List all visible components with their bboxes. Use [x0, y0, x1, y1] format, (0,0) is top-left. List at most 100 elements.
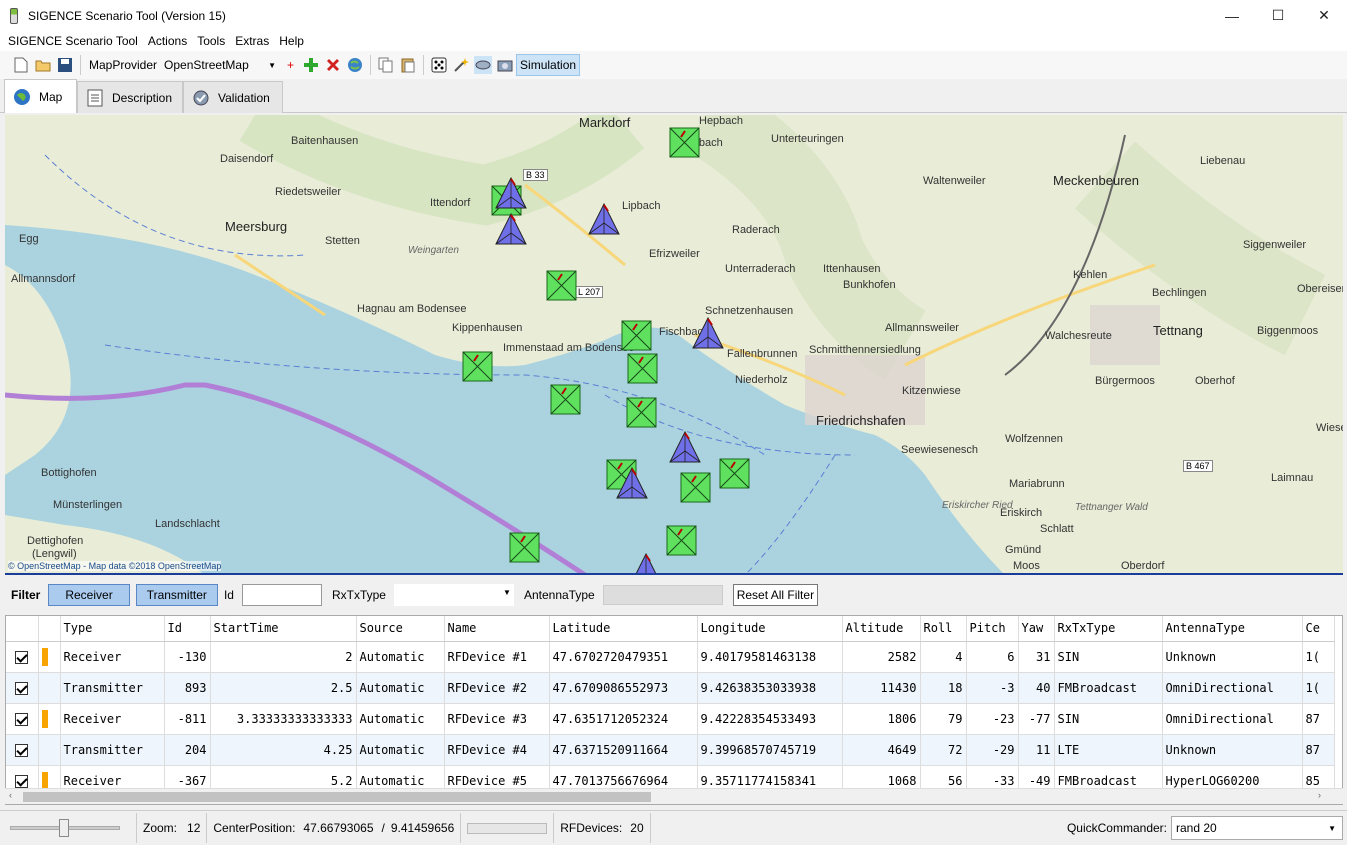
transmitter-marker[interactable] — [630, 553, 662, 575]
table-row[interactable]: Receiver -811 3.33333333333333 Automatic RFD… — [6, 703, 1335, 735]
table-cell[interactable]: Automatic — [356, 703, 445, 735]
network-icon[interactable] — [474, 56, 493, 74]
receiver-marker[interactable] — [680, 472, 712, 504]
scroll-thumb[interactable] — [23, 792, 651, 802]
dice-icon[interactable] — [430, 56, 448, 74]
table-cell[interactable]: 79 — [920, 703, 967, 735]
flag-column-header[interactable] — [38, 616, 61, 642]
table-cell[interactable]: Automatic — [356, 734, 445, 766]
receiver-marker[interactable] — [509, 532, 541, 564]
table-cell[interactable]: 9.39968570745719 — [697, 734, 843, 766]
reset-filter-button[interactable]: Reset All Filter — [732, 584, 819, 606]
table-cell[interactable]: RFDevice #1 — [444, 641, 550, 673]
tab-map[interactable]: Map — [4, 79, 77, 113]
receiver-marker[interactable] — [669, 127, 701, 159]
camera-icon[interactable] — [496, 56, 514, 74]
table-cell[interactable]: 893 — [164, 672, 211, 704]
table-cell[interactable]: 2.5 — [210, 672, 357, 704]
table-cell[interactable]: 3.33333333333333 — [210, 703, 357, 735]
receiver-marker[interactable] — [719, 458, 751, 490]
table-cell[interactable]: 47.6709086552973 — [549, 672, 698, 704]
row-checkbox[interactable] — [15, 681, 29, 695]
globe-add-icon[interactable] — [346, 56, 364, 74]
transmitter-marker[interactable] — [495, 213, 527, 245]
minimize-button[interactable]: — — [1209, 0, 1255, 31]
table-cell[interactable]: 40 — [1018, 672, 1055, 704]
table-cell[interactable]: 87 — [1302, 703, 1335, 735]
menu-sigence[interactable]: SIGENCE Scenario Tool — [3, 34, 143, 48]
maximize-button[interactable]: ☐ — [1255, 0, 1301, 31]
table-cell[interactable]: Automatic — [356, 672, 445, 704]
row-checkbox[interactable] — [15, 712, 29, 726]
transmitter-marker[interactable] — [616, 467, 648, 499]
transmitter-filter-button[interactable]: Transmitter — [135, 584, 218, 606]
add-device-icon[interactable] — [302, 56, 320, 74]
table-cell[interactable]: Unknown — [1162, 734, 1303, 766]
rxtx-filter-select[interactable]: ▼ — [393, 584, 514, 606]
receiver-marker[interactable] — [627, 353, 659, 385]
table-cell[interactable]: FMBroadcast — [1054, 672, 1163, 704]
column-header[interactable]: Id — [164, 616, 211, 642]
table-cell[interactable]: 31 — [1018, 641, 1055, 673]
column-header[interactable]: Roll — [920, 616, 967, 642]
row-checkbox[interactable] — [15, 743, 29, 757]
row-checkbox-cell[interactable] — [6, 703, 39, 735]
table-cell[interactable]: Transmitter — [60, 672, 165, 704]
column-header[interactable]: Altitude — [842, 616, 921, 642]
table-cell[interactable]: 18 — [920, 672, 967, 704]
map-view[interactable]: MarkdorfHepbachLeimbachBaitenhausenUnter… — [5, 115, 1343, 575]
transmitter-marker[interactable] — [495, 177, 527, 209]
table-cell[interactable]: -29 — [966, 734, 1019, 766]
table-cell[interactable]: SIN — [1054, 703, 1163, 735]
table-cell[interactable]: RFDevice #4 — [444, 734, 550, 766]
transmitter-marker[interactable] — [588, 203, 620, 235]
table-cell[interactable]: 4 — [920, 641, 967, 673]
tab-description[interactable]: Description — [77, 81, 183, 113]
row-checkbox[interactable] — [15, 650, 29, 664]
menu-tools[interactable]: Tools — [192, 34, 230, 48]
copy-icon[interactable] — [377, 56, 395, 74]
transmitter-marker[interactable] — [692, 317, 724, 349]
magic-wand-icon[interactable] — [452, 56, 470, 74]
column-header[interactable]: Ce — [1302, 616, 1335, 642]
check-column-header[interactable] — [6, 616, 39, 642]
row-checkbox[interactable] — [15, 774, 29, 788]
table-cell[interactable]: Unknown — [1162, 641, 1303, 673]
column-header[interactable]: RxTxType — [1054, 616, 1163, 642]
table-cell[interactable]: 4649 — [842, 734, 921, 766]
menu-help[interactable]: Help — [274, 34, 309, 48]
table-cell[interactable]: 9.40179581463138 — [697, 641, 843, 673]
quickcommander-input[interactable]: rand 20 ▼ — [1171, 816, 1343, 840]
zoom-slider-knob[interactable] — [59, 819, 69, 837]
receiver-marker[interactable] — [462, 351, 494, 383]
column-header[interactable]: Longitude — [697, 616, 843, 642]
map-provider-select[interactable]: OpenStreetMap ▼ — [161, 55, 281, 75]
menu-extras[interactable]: Extras — [230, 34, 274, 48]
table-cell[interactable]: 9.42638353033938 — [697, 672, 843, 704]
table-cell[interactable]: 11430 — [842, 672, 921, 704]
column-header[interactable]: AntennaType — [1162, 616, 1303, 642]
receiver-marker[interactable] — [626, 397, 658, 429]
table-cell[interactable]: Receiver — [60, 641, 165, 673]
table-cell[interactable]: -3 — [966, 672, 1019, 704]
table-cell[interactable]: 1806 — [842, 703, 921, 735]
column-header[interactable]: StartTime — [210, 616, 357, 642]
tab-validation[interactable]: Validation — [183, 81, 283, 113]
new-file-icon[interactable] — [12, 56, 30, 74]
column-header[interactable]: Pitch — [966, 616, 1019, 642]
table-cell[interactable]: -77 — [1018, 703, 1055, 735]
table-cell[interactable]: 11 — [1018, 734, 1055, 766]
table-cell[interactable]: SIN — [1054, 641, 1163, 673]
table-cell[interactable]: Transmitter — [60, 734, 165, 766]
table-cell[interactable]: OmniDirectional — [1162, 672, 1303, 704]
table-cell[interactable]: Receiver — [60, 703, 165, 735]
table-cell[interactable]: LTE — [1054, 734, 1163, 766]
column-header[interactable]: Type — [60, 616, 165, 642]
table-cell[interactable]: 2582 — [842, 641, 921, 673]
receiver-marker[interactable] — [546, 270, 578, 302]
row-checkbox-cell[interactable] — [6, 641, 39, 673]
simulation-button[interactable]: Simulation — [516, 54, 581, 76]
table-cell[interactable]: -811 — [164, 703, 211, 735]
paste-icon[interactable] — [399, 56, 417, 74]
table-cell[interactable]: 2 — [210, 641, 357, 673]
